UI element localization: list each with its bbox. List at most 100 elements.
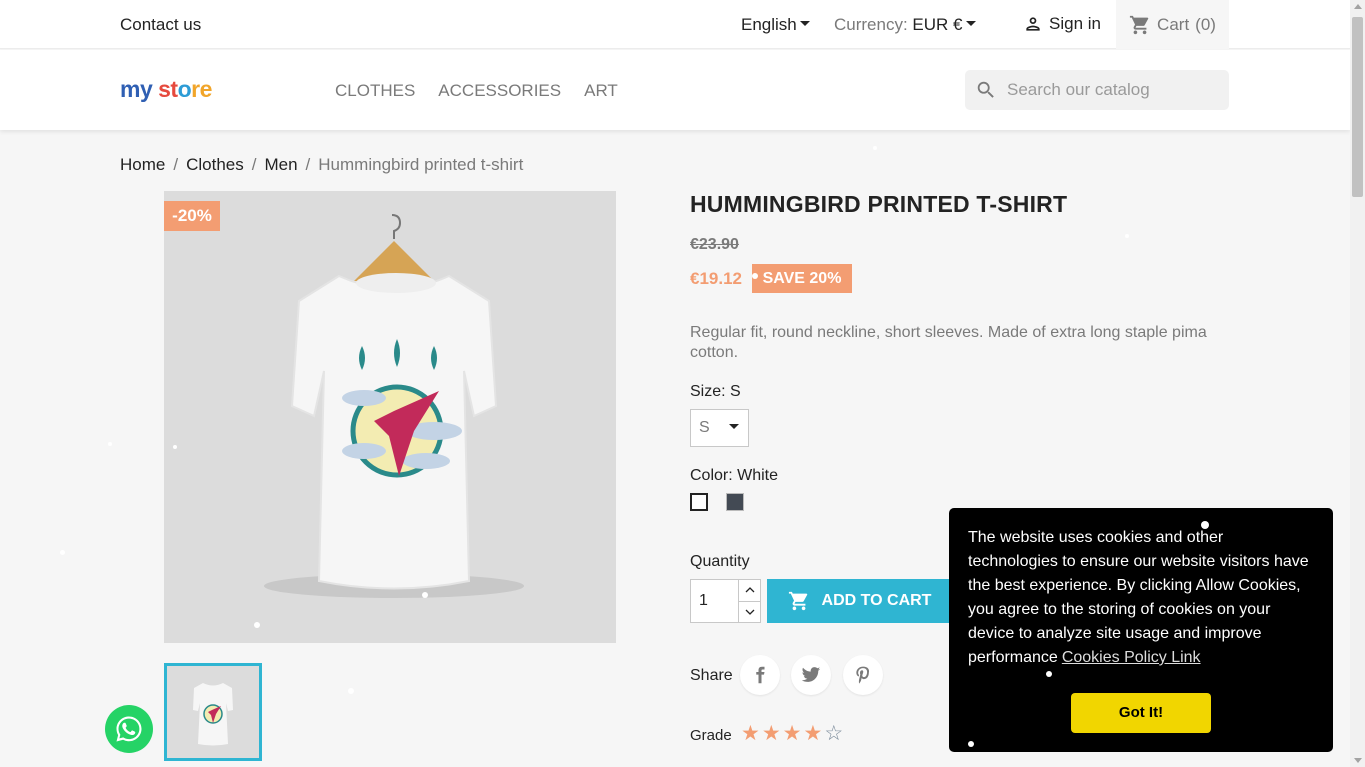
product-title: HUMMINGBIRD PRINTED T-SHIRT xyxy=(690,191,1068,217)
snow-dot xyxy=(173,445,177,449)
cart-icon xyxy=(1129,15,1149,34)
snow-dot xyxy=(254,622,260,628)
search-box xyxy=(965,70,1229,110)
cookie-policy-link[interactable]: Cookies Policy Link xyxy=(1062,649,1201,666)
store-logo[interactable]: my store xyxy=(120,76,212,103)
breadcrumb-current: Hummingbird printed t-shirt xyxy=(318,155,524,174)
search-input[interactable] xyxy=(1007,80,1207,100)
language-selector[interactable]: English xyxy=(741,15,810,35)
snow-dot xyxy=(1125,234,1129,238)
scroll-down-arrow-icon[interactable] xyxy=(1354,758,1362,763)
share-pinterest-button[interactable] xyxy=(843,655,883,695)
chevron-down-icon xyxy=(745,609,754,615)
tshirt-thumbnail-image xyxy=(167,666,259,758)
quantity-input[interactable] xyxy=(691,580,738,622)
grade-label: Grade xyxy=(690,727,732,744)
save-badge: SAVE 20% xyxy=(752,264,852,293)
cookie-accept-button[interactable]: Got It! xyxy=(1071,693,1211,733)
star-filled-icon: ★ xyxy=(782,722,802,745)
product-thumbnail[interactable] xyxy=(164,663,262,761)
color-swatch-gray[interactable] xyxy=(726,493,744,511)
snow-dot xyxy=(422,592,428,598)
star-filled-icon: ★ xyxy=(761,722,781,745)
snow-dot xyxy=(752,273,758,279)
color-swatch-white[interactable] xyxy=(690,493,708,511)
cart-count: (0) xyxy=(1195,14,1216,34)
logo-part: st xyxy=(158,76,178,102)
caret-down-icon xyxy=(728,423,739,429)
search-icon[interactable] xyxy=(975,79,997,101)
breadcrumb-men[interactable]: Men xyxy=(264,155,297,175)
sign-in-label: Sign in xyxy=(1049,14,1101,33)
size-select[interactable]: S xyxy=(690,409,749,447)
breadcrumb: Home / Clothes / Men / Hummingbird print… xyxy=(120,155,523,175)
product-description: Regular fit, round neckline, short sleev… xyxy=(690,324,1207,361)
share-label: Share xyxy=(690,667,733,684)
whatsapp-icon xyxy=(116,716,142,742)
nav-item-art[interactable]: ART xyxy=(584,81,618,101)
scroll-up-arrow-icon[interactable] xyxy=(1354,4,1362,9)
add-to-cart-label: ADD TO CART xyxy=(821,592,932,609)
main-nav: CLOTHES ACCESSORIES ART xyxy=(335,81,618,101)
logo-part: o xyxy=(177,76,192,102)
breadcrumb-clothes[interactable]: Clothes xyxy=(186,155,244,175)
breadcrumb-separator: / xyxy=(173,155,179,174)
snow-dot xyxy=(968,741,974,747)
size-label: Size: S xyxy=(690,383,741,400)
snow-dot xyxy=(108,442,112,446)
current-price: €19.12 xyxy=(690,269,742,288)
chevron-up-icon xyxy=(745,587,754,593)
cart-icon xyxy=(788,591,807,611)
quantity-label: Quantity xyxy=(690,553,750,570)
cookie-message: The website uses cookies and other techn… xyxy=(968,529,1309,666)
share-facebook-button[interactable] xyxy=(740,655,780,695)
cart-button[interactable]: Cart (0) xyxy=(1116,0,1229,49)
main-header: my store CLOTHES ACCESSORIES ART xyxy=(0,50,1350,130)
snow-dot xyxy=(873,146,877,150)
breadcrumb-separator: / xyxy=(305,155,311,174)
currency-label: Currency: xyxy=(834,15,908,34)
snow-dot xyxy=(348,688,354,694)
size-select-value: S xyxy=(699,419,710,436)
cookie-consent-banner: The website uses cookies and other techn… xyxy=(949,508,1333,752)
pinterest-icon xyxy=(856,666,870,684)
product-main-image[interactable] xyxy=(164,191,616,643)
facebook-icon xyxy=(756,666,765,684)
sign-in-link[interactable]: Sign in xyxy=(1023,14,1101,34)
rating-stars: ★ ★ ★ ★ ☆ xyxy=(741,721,843,746)
quantity-decrement-button[interactable] xyxy=(739,602,760,623)
user-icon xyxy=(1026,17,1040,31)
caret-down-icon xyxy=(799,21,810,27)
nav-item-accessories[interactable]: ACCESSORIES xyxy=(438,81,561,101)
page-scrollbar[interactable] xyxy=(1350,0,1365,767)
logo-part: re xyxy=(191,76,212,102)
color-label: Color: White xyxy=(690,467,779,484)
snow-dot xyxy=(1201,521,1209,529)
logo-part: my xyxy=(120,76,153,102)
caret-down-icon xyxy=(965,21,976,27)
star-filled-icon: ★ xyxy=(803,722,823,745)
snow-dot xyxy=(60,550,65,555)
contact-us-link[interactable]: Contact us xyxy=(120,15,201,35)
currency-selector[interactable]: Currency: EUR € xyxy=(834,15,976,35)
star-empty-icon: ☆ xyxy=(824,722,844,745)
breadcrumb-home[interactable]: Home xyxy=(120,155,165,175)
share-twitter-button[interactable] xyxy=(791,655,831,695)
quantity-stepper xyxy=(690,579,761,623)
whatsapp-chat-button[interactable] xyxy=(105,705,153,753)
language-value: English xyxy=(741,15,797,34)
currency-value: EUR € xyxy=(912,15,963,34)
cart-label: Cart xyxy=(1157,14,1190,34)
quantity-increment-button[interactable] xyxy=(739,580,760,602)
top-bar: Contact us English Currency: EUR € Sign … xyxy=(0,0,1350,49)
snow-dot xyxy=(1046,671,1052,677)
tshirt-image xyxy=(164,191,616,643)
scrollbar-thumb[interactable] xyxy=(1352,17,1363,197)
add-to-cart-button[interactable]: ADD TO CART xyxy=(767,579,952,623)
twitter-icon xyxy=(801,667,821,682)
breadcrumb-separator: / xyxy=(251,155,257,174)
discount-badge: -20% xyxy=(164,201,220,231)
regular-price: €23.90 xyxy=(690,236,739,253)
nav-item-clothes[interactable]: CLOTHES xyxy=(335,81,415,101)
star-filled-icon: ★ xyxy=(741,722,760,745)
